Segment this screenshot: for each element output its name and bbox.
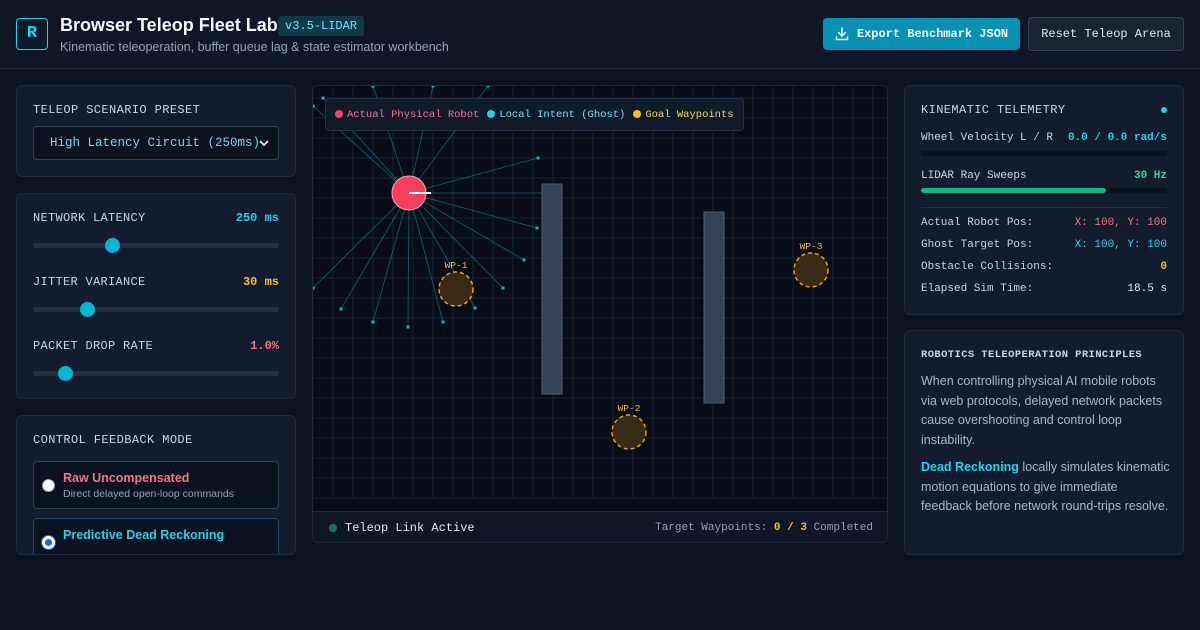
version-badge: v3.5-LIDAR (278, 16, 365, 36)
waypoint-progress: Target Waypoints: 0 / 3 Completed (655, 522, 873, 534)
obstacle-wall-1 (541, 183, 563, 395)
app-header: R Browser Teleop Fleet Lab v3.5-LIDAR Ki… (0, 0, 1200, 69)
waypoint-wp2: WP-2 (611, 403, 647, 450)
telemetry-title: KINEMATIC TELEMETRY (921, 103, 1066, 117)
packet-drop-value: 1.0% (250, 339, 279, 353)
scenario-select[interactable]: High Latency Circuit (250ms) (33, 126, 279, 160)
legend-item-robot: Actual Physical Robot (335, 109, 479, 121)
mode-title-dead-reckoning: Predictive Dead Reckoning (63, 528, 225, 542)
principles-paragraph-2: Dead Reckoning locally simulates kinemat… (921, 460, 1170, 513)
packet-drop-slider[interactable] (33, 366, 279, 381)
waypoint-label: WP-2 (618, 403, 641, 414)
teleop-arena[interactable]: WP-1 WP-2 WP-3 Actual Physical Robot Loc… (312, 85, 888, 543)
waypoint-wp1: WP-1 (438, 260, 474, 307)
network-panel: NETWORK LATENCY 250 ms JITTER VARIANCE 3… (16, 193, 296, 399)
wheel-velocity-bar (921, 151, 1167, 156)
wheel-velocity-row: Wheel Velocity L / R 0.0 / 0.0 rad/s (921, 132, 1167, 144)
telemetry-panel: KINEMATIC TELEMETRY Wheel Velocity L / R… (904, 85, 1184, 315)
lidar-hit-point (501, 286, 505, 290)
download-icon (835, 27, 849, 41)
telemetry-live-icon (1161, 107, 1167, 113)
lidar-ray (313, 192, 410, 289)
app-subtitle: Kinematic teleoperation, buffer queue la… (60, 40, 449, 54)
obstacle-wall-2 (703, 211, 725, 404)
arena-legend: Actual Physical Robot Local Intent (Ghos… (325, 98, 744, 131)
chevron-down-icon (259, 140, 269, 147)
arena-canvas[interactable]: WP-1 WP-2 WP-3 (313, 86, 888, 511)
lidar-hit-point (313, 286, 315, 290)
lidar-hit-point (536, 156, 540, 160)
lidar-hit-point (522, 258, 526, 262)
lidar-bar (921, 188, 1167, 193)
latency-slider-thumb[interactable] (104, 238, 120, 253)
jitter-slider-thumb[interactable] (80, 302, 96, 317)
jitter-slider[interactable] (33, 302, 279, 317)
export-button-label: Export Benchmark JSON (856, 27, 1009, 41)
legend-item-waypoints: Goal Waypoints (633, 109, 734, 121)
latency-slider[interactable] (33, 238, 279, 253)
lidar-ray (407, 192, 410, 328)
feedback-title: CONTROL FEEDBACK MODE (33, 433, 193, 447)
lidar-ray (408, 192, 525, 261)
scenario-panel: TELEOP SCENARIO PRESET High Latency Circ… (16, 85, 296, 177)
app-title: Browser Teleop Fleet Lab (60, 15, 278, 35)
reset-arena-button[interactable]: Reset Teleop Arena (1028, 17, 1184, 51)
latency-value: 250 ms (235, 211, 279, 225)
lidar-hit-point (313, 104, 315, 108)
scenario-title: TELEOP SCENARIO PRESET (33, 103, 201, 117)
lidar-hit-point (486, 86, 490, 88)
mode-radio-dead-reckoning[interactable] (42, 536, 55, 549)
principles-panel: ROBOTICS TELEOPERATION PRINCIPLES When c… (904, 330, 1184, 555)
feedback-panel: CONTROL FEEDBACK MODE Raw Uncompensated … (16, 415, 296, 555)
export-benchmark-button[interactable]: Export Benchmark JSON (823, 18, 1020, 50)
link-status-icon (329, 524, 337, 532)
latency-label: NETWORK LATENCY (33, 211, 146, 225)
arena-grid (313, 86, 887, 499)
lidar-hit-point (339, 307, 343, 311)
principles-title: ROBOTICS TELEOPERATION PRINCIPLES (921, 349, 1143, 361)
jitter-value: 30 ms (242, 275, 279, 289)
mode-radio-raw[interactable] (42, 479, 55, 492)
waypoint-label: WP-1 (445, 260, 468, 271)
lidar-hit-point (431, 86, 435, 88)
app-logo: R (16, 18, 48, 50)
telemetry-divider (921, 207, 1167, 208)
lidar-hit-point (473, 306, 477, 310)
lidar-hit-point (321, 96, 325, 100)
arena-status-bar: Teleop Link Active Target Waypoints: 0 /… (313, 511, 887, 542)
lidar-hit-point (406, 325, 410, 329)
mode-option-dead-reckoning[interactable]: Predictive Dead Reckoning (33, 518, 279, 554)
lidar-hit-point (371, 86, 375, 88)
elapsed-time-row: Elapsed Sim Time: 18.5 s (921, 283, 1167, 295)
principles-highlight: Dead Reckoning (921, 460, 1019, 474)
waypoint-label: WP-3 (800, 241, 823, 252)
waypoint-wp3: WP-3 (793, 241, 829, 288)
actual-pos-row: Actual Robot Pos: X: 100, Y: 100 (921, 217, 1167, 229)
lidar-row: LIDAR Ray Sweeps 30 Hz (921, 170, 1167, 182)
mode-desc-raw: Direct delayed open-loop commands (63, 488, 235, 500)
lidar-hit-point (371, 320, 375, 324)
jitter-label: JITTER VARIANCE (33, 275, 146, 289)
mode-option-raw[interactable]: Raw Uncompensated Direct delayed open-lo… (33, 461, 279, 509)
link-status-text: Teleop Link Active (345, 521, 475, 535)
scenario-selected-value: High Latency Circuit (250ms) (50, 136, 261, 150)
packet-drop-label: PACKET DROP RATE (33, 339, 154, 353)
collisions-row: Obstacle Collisions: 0 (921, 261, 1167, 273)
physical-robot (391, 175, 431, 211)
mode-title-raw: Raw Uncompensated (63, 471, 190, 485)
ghost-pos-row: Ghost Target Pos: X: 100, Y: 100 (921, 239, 1167, 251)
lidar-hit-point (535, 226, 539, 230)
principles-paragraph-1: When controlling physical AI mobile robo… (921, 374, 1163, 447)
legend-item-ghost: Local Intent (Ghost) (487, 109, 625, 121)
lidar-hit-point (441, 320, 445, 324)
packet-drop-slider-thumb[interactable] (57, 366, 73, 381)
lidar-ray (340, 192, 410, 310)
